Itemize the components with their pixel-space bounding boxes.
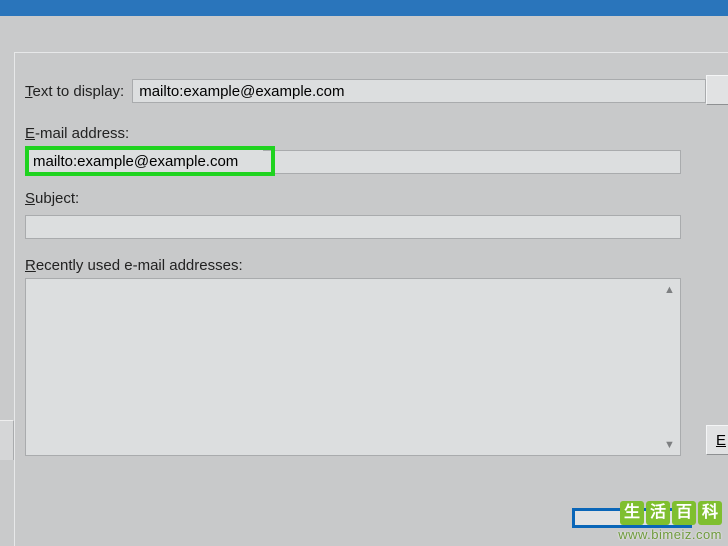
- subject-input[interactable]: [25, 215, 681, 239]
- text-to-display-label: Text to display:: [25, 83, 124, 100]
- text-to-display-row: Text to display:: [25, 79, 706, 103]
- scroll-up-icon[interactable]: ▲: [661, 281, 678, 298]
- text-to-display-input[interactable]: [132, 79, 706, 103]
- email-hyperlink-panel: Text to display: E-mail address: Subject…: [14, 52, 728, 546]
- hyperlink-dialog: Text to display: E-mail address: Subject…: [0, 0, 728, 546]
- recent-addresses-listbox[interactable]: ▲ ▼: [25, 278, 681, 456]
- email-address-highlight: [25, 146, 275, 176]
- scroll-down-icon[interactable]: ▼: [661, 436, 678, 453]
- ok-button-fragment[interactable]: [572, 508, 692, 528]
- email-address-section: E-mail address:: [25, 125, 706, 176]
- email-address-label: E-mail address:: [25, 125, 706, 142]
- subject-section: Subject:: [25, 190, 706, 239]
- recent-label: Recently used e-mail addresses:: [25, 257, 706, 274]
- side-button-fragment[interactable]: E: [706, 425, 728, 455]
- left-pane-fragment: [0, 420, 14, 460]
- email-address-input[interactable]: [29, 150, 263, 172]
- screentip-button-fragment[interactable]: [706, 75, 728, 105]
- subject-label: Subject:: [25, 190, 706, 207]
- recent-section: Recently used e-mail addresses: ▲ ▼: [25, 257, 706, 456]
- window-titlebar: [0, 0, 728, 16]
